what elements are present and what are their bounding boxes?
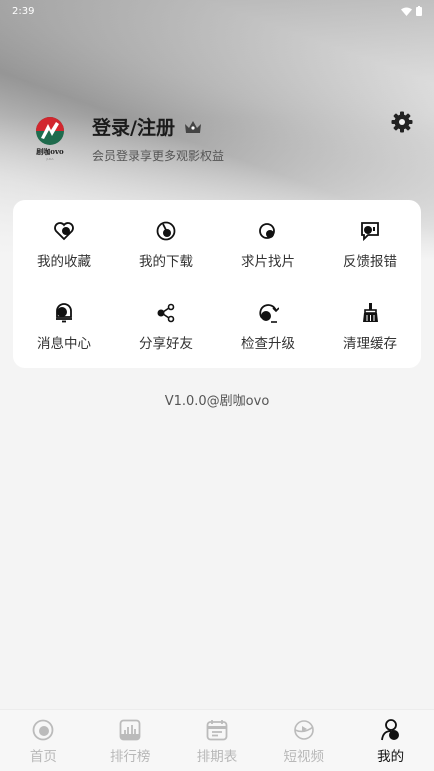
share-icon bbox=[157, 303, 175, 323]
tab-label: 排行榜 bbox=[109, 749, 151, 765]
status-bar: 2:39 bbox=[0, 0, 434, 22]
menu-item-feedback[interactable]: 反馈报错 bbox=[319, 200, 421, 284]
menu-item-upgrade[interactable]: 检查升级 bbox=[217, 284, 319, 368]
member-subtitle: 会员登录享更多观影权益 bbox=[92, 149, 225, 163]
tab-home[interactable]: 首页 bbox=[0, 718, 86, 771]
menu-label: 检查升级 bbox=[241, 336, 295, 352]
ranking-icon bbox=[119, 719, 141, 741]
heart-icon bbox=[54, 222, 74, 241]
gear-icon[interactable] bbox=[390, 110, 414, 134]
avatar[interactable]: 剧咖ovo JUKA bbox=[30, 116, 70, 162]
profile-icon bbox=[380, 719, 399, 741]
menu-item-messages[interactable]: 消息中心 bbox=[13, 284, 115, 368]
upgrade-icon bbox=[259, 304, 279, 323]
menu-label: 分享好友 bbox=[139, 336, 193, 352]
status-icons bbox=[401, 6, 422, 16]
tab-ranking[interactable]: 排行榜 bbox=[87, 718, 173, 771]
profile-info: 登录/注册 会员登录享更多观影权益 bbox=[92, 113, 224, 164]
broom-icon bbox=[363, 303, 378, 322]
tab-label: 短视频 bbox=[283, 749, 325, 765]
short-video-icon bbox=[293, 720, 314, 740]
logo-subtext: JUKA bbox=[46, 156, 54, 161]
login-row[interactable]: 登录/注册 bbox=[92, 113, 224, 140]
tab-mine[interactable]: 我的 bbox=[348, 718, 434, 771]
feature-menu-card: 我的收藏 我的下载 求片找片 反馈报错 消息中心 分享好友 检查升级 清理缓存 bbox=[13, 200, 421, 368]
tab-label: 首页 bbox=[29, 749, 57, 765]
logo-text: 剧咖ovo bbox=[36, 146, 64, 156]
download-icon bbox=[156, 221, 176, 241]
login-register-link[interactable]: 登录/注册 bbox=[92, 113, 175, 140]
tab-label: 排期表 bbox=[196, 749, 238, 765]
status-time: 2:39 bbox=[12, 5, 35, 17]
menu-item-downloads[interactable]: 我的下载 bbox=[115, 200, 217, 284]
menu-item-clear-cache[interactable]: 清理缓存 bbox=[319, 284, 421, 368]
menu-label: 反馈报错 bbox=[343, 254, 397, 270]
version-text: V1.0.0@剧咖ovo bbox=[164, 394, 270, 409]
bell-icon bbox=[56, 303, 72, 323]
tab-label: 我的 bbox=[377, 749, 405, 765]
tab-short-video[interactable]: 短视频 bbox=[261, 718, 347, 771]
menu-label: 清理缓存 bbox=[343, 336, 397, 352]
battery-icon bbox=[416, 6, 422, 16]
menu-label: 消息中心 bbox=[37, 336, 91, 352]
menu-label: 我的下载 bbox=[139, 254, 193, 270]
menu-item-favorites[interactable]: 我的收藏 bbox=[13, 200, 115, 284]
home-icon bbox=[32, 719, 54, 741]
menu-item-request-movie[interactable]: 求片找片 bbox=[217, 200, 319, 284]
profile-section: 剧咖ovo JUKA 登录/注册 会员登录享更多观影权益 bbox=[30, 113, 224, 164]
calendar-icon bbox=[206, 720, 228, 741]
feedback-icon bbox=[361, 222, 379, 242]
menu-label: 求片找片 bbox=[241, 254, 295, 270]
tab-schedule[interactable]: 排期表 bbox=[174, 718, 260, 771]
menu-item-share[interactable]: 分享好友 bbox=[115, 284, 217, 368]
search-movie-icon bbox=[259, 223, 275, 239]
crown-icon bbox=[184, 120, 201, 133]
bottom-tab-bar: 首页 排行榜 排期表 短视频 我的 bbox=[0, 709, 434, 771]
wifi-icon bbox=[401, 7, 412, 16]
menu-label: 我的收藏 bbox=[37, 254, 91, 270]
app-logo-icon bbox=[36, 116, 64, 145]
